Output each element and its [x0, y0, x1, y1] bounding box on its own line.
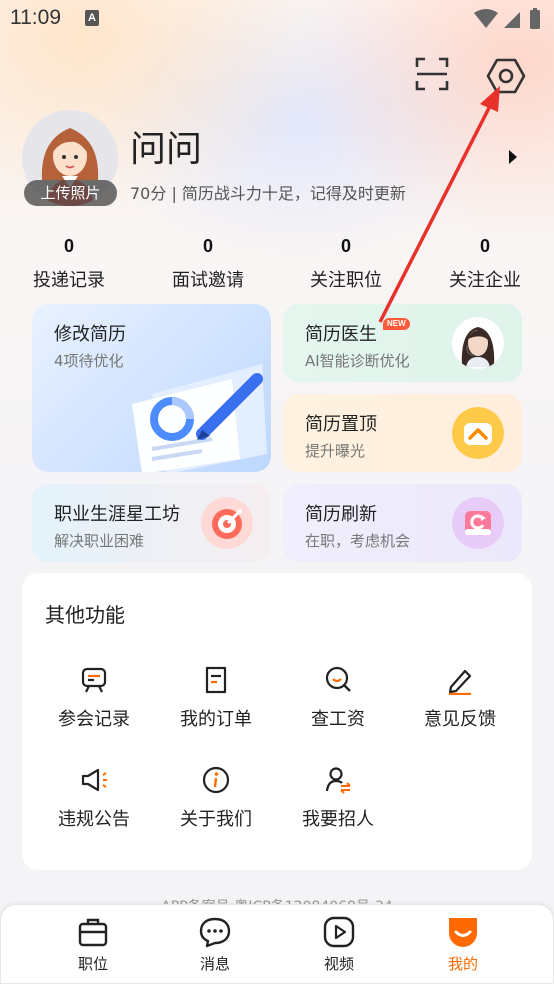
resume-doctor-card[interactable]: 简历医生 NEW AI智能诊断优化 — [283, 304, 522, 382]
chat-bubble-icon — [199, 917, 231, 948]
tab-mine[interactable]: 我的 — [418, 915, 508, 974]
stat-count: 0 — [63, 236, 74, 256]
card-subtitle: 提升曝光 — [305, 442, 366, 460]
stat-label: 关注职位 — [310, 270, 382, 291]
stat-applications[interactable]: 0 投递记录 — [0, 236, 138, 292]
stat-interviews[interactable]: 0 面试邀请 — [139, 236, 277, 292]
status-time: 11:09 — [10, 6, 61, 29]
feedback-pen-icon — [448, 669, 472, 695]
card-title: 简历医生 — [305, 324, 377, 345]
func-label: 意见反馈 — [424, 709, 496, 730]
smile-profile-icon — [449, 918, 477, 947]
edit-resume-card[interactable]: 修改简历 4项待优化 — [32, 304, 271, 472]
card-title: 职业生涯星工坊 — [54, 504, 180, 525]
signal-icon — [504, 12, 520, 28]
stat-count: 0 — [202, 236, 213, 256]
tab-label: 消息 — [199, 955, 230, 973]
func-label: 查工资 — [311, 709, 365, 730]
battery-icon — [530, 10, 540, 29]
order-icon — [205, 666, 227, 694]
new-badge: NEW — [383, 318, 410, 330]
resume-pin-card[interactable]: 简历置顶 提升曝光 — [283, 394, 522, 472]
video-play-icon — [323, 916, 355, 948]
stat-count: 0 — [479, 236, 490, 256]
briefcase-icon — [78, 918, 108, 947]
stat-label: 投递记录 — [33, 270, 105, 291]
scan-icon[interactable] — [414, 56, 450, 92]
stats-row: 0 投递记录 0 面试邀请 0 关注职位 0 关注企业 — [0, 236, 554, 296]
func-feedback[interactable]: 意见反馈 — [396, 665, 524, 735]
card-title: 简历置顶 — [305, 414, 377, 435]
stat-label: 面试邀请 — [172, 270, 244, 291]
pin-top-icon — [452, 407, 504, 459]
notification-a-icon: A — [85, 10, 99, 26]
other-functions-panel: 其他功能 参会记录 我的订单 查工资 意见反馈 违规公告 关于我们 我要招人 — [22, 573, 532, 870]
recruit-icon — [325, 767, 351, 794]
salary-search-icon — [325, 666, 351, 692]
func-label: 参会记录 — [58, 709, 130, 730]
resume-refresh-card[interactable]: 简历刷新 在职，考虑机会 — [283, 484, 522, 562]
settings-gear-icon[interactable] — [486, 56, 526, 96]
status-bar: 11:09 A — [0, 0, 554, 40]
profile-arrow-icon[interactable] — [509, 150, 517, 164]
tab-label: 职位 — [77, 955, 108, 973]
func-label: 违规公告 — [58, 809, 130, 830]
card-subtitle: 在职，考虑机会 — [305, 532, 411, 550]
refresh-icon — [452, 497, 504, 549]
tab-label: 我的 — [447, 955, 478, 973]
func-violation-notice[interactable]: 违规公告 — [30, 765, 158, 835]
func-label: 关于我们 — [180, 809, 252, 830]
ai-doctor-avatar-icon — [452, 317, 504, 369]
resume-document-illustration — [132, 364, 267, 472]
system-status-icons — [474, 8, 540, 29]
stat-label: 关注企业 — [449, 270, 521, 291]
target-dart-icon — [201, 497, 253, 549]
func-check-salary[interactable]: 查工资 — [274, 665, 402, 735]
meeting-record-icon — [81, 667, 107, 693]
card-subtitle: AI智能诊断优化 — [305, 352, 410, 370]
stat-followed-companies[interactable]: 0 关注企业 — [416, 236, 554, 292]
career-workshop-card[interactable]: 职业生涯星工坊 解决职业困难 — [32, 484, 271, 562]
tab-label: 视频 — [323, 955, 354, 973]
func-meeting-record[interactable]: 参会记录 — [30, 665, 158, 735]
card-subtitle: 解决职业困难 — [54, 532, 145, 550]
func-about-us[interactable]: 关于我们 — [152, 765, 280, 835]
section-title: 其他功能 — [45, 603, 125, 627]
megaphone-icon — [81, 768, 107, 792]
func-label: 我要招人 — [302, 809, 374, 830]
func-my-orders[interactable]: 我的订单 — [152, 665, 280, 735]
resume-score-text: 70分 | 简历战斗力十足，记得及时更新 — [130, 184, 406, 203]
card-title: 简历刷新 — [305, 504, 377, 525]
user-name: 问问 — [130, 129, 203, 170]
tab-jobs[interactable]: 职位 — [48, 915, 138, 974]
wifi-icon — [474, 9, 498, 28]
stat-followed-jobs[interactable]: 0 关注职位 — [277, 236, 415, 292]
info-icon — [202, 766, 230, 794]
stat-count: 0 — [340, 236, 351, 256]
tab-messages[interactable]: 消息 — [170, 915, 260, 974]
bottom-tab-bar: 职位 消息 视频 我的 — [0, 904, 554, 984]
func-label: 我的订单 — [180, 709, 252, 730]
upload-photo-button[interactable]: 上传照片 — [24, 180, 117, 206]
func-recruit[interactable]: 我要招人 — [274, 765, 402, 835]
tab-video[interactable]: 视频 — [294, 915, 384, 974]
